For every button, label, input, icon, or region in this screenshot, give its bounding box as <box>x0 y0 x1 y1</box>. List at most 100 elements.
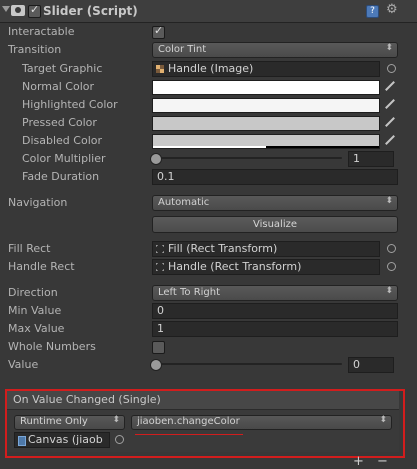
transition-label: Transition <box>8 43 62 56</box>
eyedropper-icon[interactable] <box>383 98 395 110</box>
whole-numbers-checkbox[interactable] <box>152 341 165 354</box>
normal-color-swatch[interactable] <box>152 80 380 95</box>
alpha-bar <box>153 146 266 148</box>
event-object-value: Canvas (jiaob <box>28 433 103 446</box>
transition-value: Color Tint <box>158 44 207 55</box>
direction-dropdown[interactable]: Left To Right ⬍ <box>152 285 398 301</box>
row-handle-rect: Handle Rect Handle (Rect Transform) <box>0 258 417 276</box>
runtime-dropdown[interactable]: Runtime Only ⬍ <box>14 415 125 430</box>
dropdown-arrow-icon: ⬍ <box>379 415 387 425</box>
image-icon <box>156 65 164 73</box>
eyedropper-icon[interactable] <box>383 134 395 146</box>
row-fill-rect: Fill Rect Fill (Rect Transform) <box>0 240 417 258</box>
interactable-checkbox[interactable] <box>152 24 165 39</box>
row-interactable: Interactable <box>0 23 417 41</box>
event-title: On Value Changed (Single) <box>13 393 161 406</box>
rect-transform-icon <box>156 245 164 253</box>
runtime-value: Runtime Only <box>20 416 88 427</box>
object-picker-icon[interactable] <box>387 244 396 253</box>
gear-icon[interactable]: ⚙ <box>386 3 398 17</box>
fade-duration-input[interactable]: 0.1 <box>152 169 398 185</box>
remove-listener-button[interactable]: − <box>377 455 388 468</box>
value-input[interactable]: 0 <box>348 357 394 373</box>
row-min-value: Min Value 0 <box>0 302 417 320</box>
foldout-arrow-icon[interactable] <box>2 6 10 12</box>
event-header: On Value Changed (Single) <box>7 391 399 410</box>
canvas-icon <box>18 436 26 446</box>
direction-value: Left To Right <box>158 287 221 298</box>
row-transition: Transition Color Tint ⬍ <box>0 41 417 59</box>
pressed-color-swatch[interactable] <box>152 116 380 131</box>
color-multiplier-input[interactable]: 1 <box>348 151 394 167</box>
dropdown-arrow-icon: ⬍ <box>112 415 120 425</box>
value-label: Value <box>8 358 39 371</box>
row-value: Value 0 <box>0 356 417 374</box>
rect-transform-icon <box>156 263 164 271</box>
whole-numbers-label: Whole Numbers <box>8 340 96 353</box>
transition-dropdown[interactable]: Color Tint ⬍ <box>152 42 398 58</box>
min-value-value: 0 <box>157 304 164 317</box>
target-graphic-field[interactable]: Handle (Image) <box>152 61 380 77</box>
row-target-graphic: Target Graphic Handle (Image) <box>0 60 417 78</box>
dropdown-arrow-icon: ⬍ <box>385 43 393 53</box>
handle-rect-value: Handle (Rect Transform) <box>168 260 302 273</box>
annotation-underline <box>135 434 243 435</box>
target-graphic-value: Handle (Image) <box>168 62 254 75</box>
alpha-bar-remainder <box>266 146 379 148</box>
disabled-color-label: Disabled Color <box>22 134 103 147</box>
object-picker-icon[interactable] <box>387 262 396 271</box>
highlighted-color-swatch[interactable] <box>152 98 380 113</box>
normal-color-label: Normal Color <box>22 80 95 93</box>
function-dropdown[interactable]: jiaoben.changeColor ⬍ <box>131 415 392 430</box>
visualize-button[interactable]: Visualize <box>152 216 398 233</box>
slider-track <box>155 363 342 365</box>
max-value-label: Max Value <box>8 322 65 335</box>
script-icon <box>11 5 25 16</box>
row-pressed-color: Pressed Color <box>0 114 417 132</box>
object-picker-icon[interactable] <box>387 64 396 73</box>
fill-rect-field[interactable]: Fill (Rect Transform) <box>152 241 380 257</box>
navigation-value: Automatic <box>158 197 210 208</box>
fade-duration-label: Fade Duration <box>22 170 100 183</box>
min-value-input[interactable]: 0 <box>152 303 398 319</box>
row-max-value: Max Value 1 <box>0 320 417 338</box>
color-multiplier-value: 1 <box>353 152 360 165</box>
value-slider[interactable] <box>150 357 342 371</box>
navigation-label: Navigation <box>8 196 68 209</box>
row-disabled-color: Disabled Color <box>0 132 417 150</box>
disabled-color-swatch[interactable] <box>152 134 380 149</box>
fade-duration-value: 0.1 <box>157 170 175 183</box>
row-whole-numbers: Whole Numbers <box>0 338 417 356</box>
direction-label: Direction <box>8 286 58 299</box>
pressed-color-label: Pressed Color <box>22 116 97 129</box>
component-enabled-checkbox[interactable] <box>28 3 41 18</box>
row-color-multiplier: Color Multiplier 1 <box>0 150 417 168</box>
navigation-dropdown[interactable]: Automatic ⬍ <box>152 195 398 211</box>
color-multiplier-label: Color Multiplier <box>22 152 106 165</box>
function-value: jiaoben.changeColor <box>137 416 240 427</box>
event-object-field[interactable]: Canvas (jiaob <box>14 432 110 448</box>
add-listener-button[interactable]: + <box>353 455 364 468</box>
slider-knob[interactable] <box>150 359 162 371</box>
row-highlighted-color: Highlighted Color <box>0 96 417 114</box>
component-header: Slider (Script) ? ⚙ <box>0 0 417 23</box>
handle-rect-label: Handle Rect <box>8 260 75 273</box>
dropdown-arrow-icon: ⬍ <box>385 286 393 296</box>
eyedropper-icon[interactable] <box>383 80 395 92</box>
max-value-value: 1 <box>157 322 164 335</box>
highlighted-color-label: Highlighted Color <box>22 98 118 111</box>
help-icon[interactable]: ? <box>366 5 379 18</box>
interactable-label: Interactable <box>8 25 75 38</box>
color-multiplier-slider[interactable] <box>150 151 342 165</box>
slider-knob[interactable] <box>150 153 162 165</box>
component-title: Slider (Script) <box>43 4 138 18</box>
slider-track <box>155 157 342 159</box>
handle-rect-field[interactable]: Handle (Rect Transform) <box>152 259 380 275</box>
eyedropper-icon[interactable] <box>383 116 395 128</box>
max-value-input[interactable]: 1 <box>152 321 398 337</box>
object-picker-icon[interactable] <box>115 435 124 444</box>
row-direction: Direction Left To Right ⬍ <box>0 284 417 302</box>
min-value-label: Min Value <box>8 304 62 317</box>
dropdown-arrow-icon: ⬍ <box>385 196 393 206</box>
event-list-buttons: + − <box>351 455 417 468</box>
